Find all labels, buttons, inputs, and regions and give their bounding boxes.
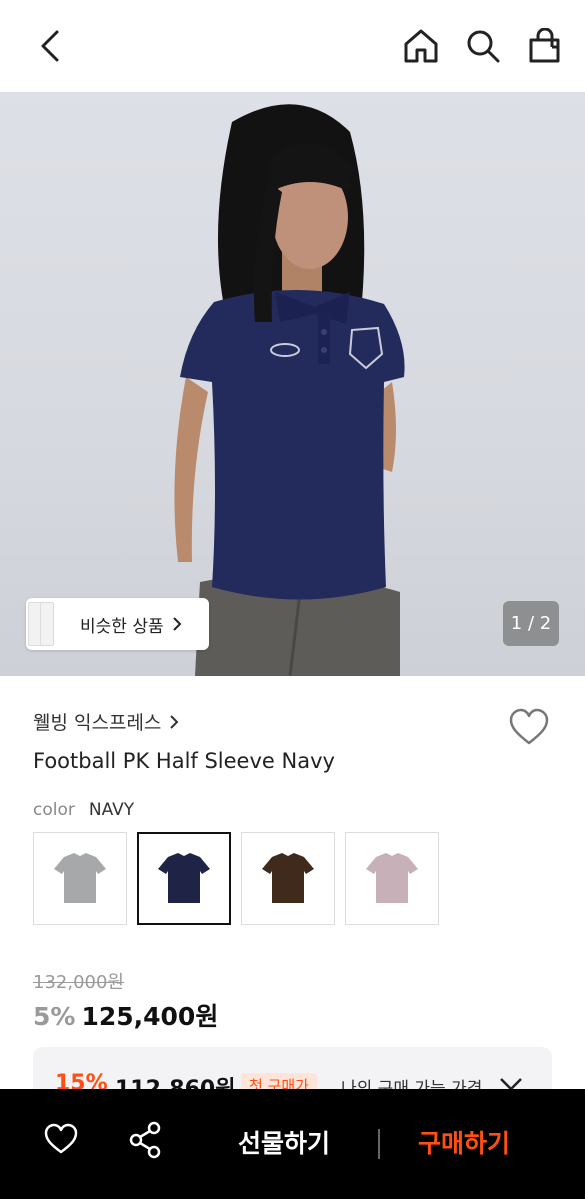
polo-shirt-thumbnail bbox=[54, 852, 106, 903]
heart-icon bbox=[44, 1123, 78, 1154]
brand-name: 웰빙 익스프레스 bbox=[33, 712, 162, 734]
swatch-pink[interactable] bbox=[345, 832, 439, 925]
similar-thumbnails bbox=[26, 598, 60, 650]
product-image-carousel[interactable] bbox=[0, 92, 585, 676]
bottom-action-bar: 선물하기 구매하기 bbox=[0, 1089, 585, 1199]
chevron-right-icon bbox=[172, 617, 182, 631]
sale-price: 125,400원 bbox=[81, 1002, 219, 1031]
share-icon bbox=[129, 1121, 161, 1159]
bar-divider bbox=[378, 1129, 380, 1159]
home-icon bbox=[404, 29, 438, 63]
wishlist-button[interactable] bbox=[508, 708, 552, 748]
original-price: 132,000원 bbox=[33, 972, 124, 993]
bottom-wishlist-button[interactable] bbox=[44, 1123, 80, 1157]
swatch-gray[interactable] bbox=[33, 832, 127, 925]
similar-products-label: 비슷한 상품 bbox=[80, 616, 164, 637]
search-icon bbox=[467, 30, 500, 63]
buy-button[interactable]: 구매하기 bbox=[418, 1124, 510, 1160]
color-selector-label: color NAVY bbox=[33, 800, 134, 820]
chevron-right-icon bbox=[170, 714, 179, 729]
heart-icon bbox=[509, 708, 549, 745]
polo-shirt-thumbnail bbox=[262, 852, 314, 903]
home-button[interactable] bbox=[401, 24, 441, 68]
color-swatches bbox=[33, 832, 439, 925]
color-value: NAVY bbox=[88, 800, 135, 820]
chevron-left-icon bbox=[41, 30, 59, 62]
shopping-bag-icon bbox=[529, 28, 560, 63]
polo-shirt-thumbnail bbox=[366, 852, 418, 903]
swatch-brown[interactable] bbox=[241, 832, 335, 925]
color-key: color bbox=[33, 800, 75, 820]
price-row: 5% 125,400원 bbox=[33, 997, 218, 1033]
back-button[interactable] bbox=[30, 26, 70, 66]
polo-shirt-thumbnail bbox=[158, 852, 210, 903]
gift-button[interactable]: 선물하기 bbox=[238, 1124, 330, 1160]
image-counter: 1 / 2 bbox=[503, 601, 559, 646]
search-button[interactable] bbox=[463, 24, 503, 68]
product-name: Football PK Half Sleeve Navy bbox=[33, 749, 335, 773]
product-photo bbox=[174, 104, 405, 676]
cart-button[interactable] bbox=[525, 24, 565, 68]
similar-products-button[interactable]: 비슷한 상품 bbox=[26, 598, 209, 650]
share-button[interactable] bbox=[128, 1121, 162, 1159]
top-bar bbox=[0, 0, 585, 92]
discount-rate: 5% bbox=[33, 1002, 76, 1031]
brand-link[interactable]: 웰빙 익스프레스 bbox=[33, 708, 179, 735]
swatch-navy[interactable] bbox=[137, 832, 231, 925]
